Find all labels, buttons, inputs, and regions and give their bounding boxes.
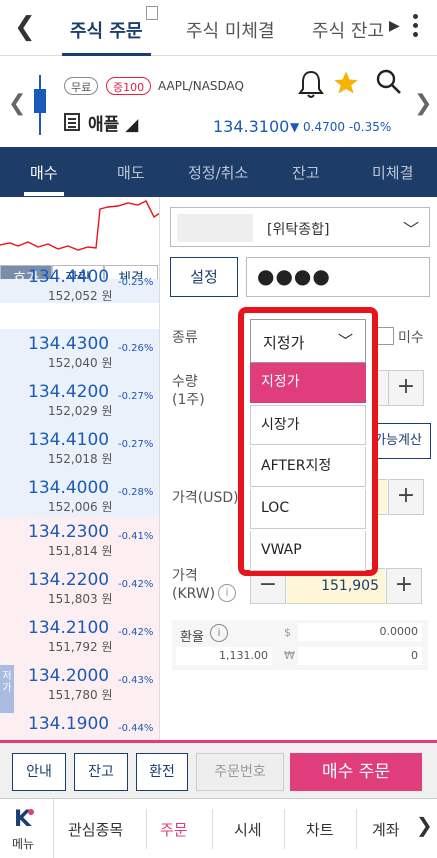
quote-row[interactable]: 134.2200 151,803 원 -0.42% — [0, 565, 159, 613]
account-type: [위탁종합] — [267, 222, 330, 238]
margin-checkbox[interactable] — [376, 327, 394, 345]
quote-row[interactable]: 134.2000 151,780 원 -0.43% — [0, 661, 159, 709]
quote-row[interactable]: 134.4200 152,029 원 -0.27% — [0, 377, 159, 425]
nav-divider — [356, 809, 357, 849]
password-field[interactable]: ●●●● — [246, 257, 430, 297]
quote-row[interactable]: 134.4100 152,018 원 -0.27% — [0, 425, 159, 473]
chevron-right-icon[interactable]: ❯ — [416, 813, 433, 837]
tab-unfilled[interactable]: 미체결 — [372, 162, 413, 183]
guide-button[interactable]: 안내 — [12, 753, 66, 791]
margin-label: 미수 — [398, 330, 424, 346]
menu-label: 메뉴 — [12, 837, 35, 851]
info-icon[interactable]: i — [218, 584, 236, 602]
info-icon[interactable]: i — [210, 624, 228, 642]
price-usd-label: 가격(USD) — [172, 490, 239, 506]
nav-divider — [284, 809, 285, 849]
nav-order[interactable]: 주문 — [160, 819, 188, 840]
order-kind-select[interactable]: 지정가 ﹀ — [250, 319, 366, 363]
top-bar: ❮ 주식 주문 주식 미체결 주식 잔고 ▶ — [0, 0, 437, 56]
usd-amount: 0.0000 — [298, 623, 422, 641]
option-after-limit[interactable]: AFTER지정 — [250, 447, 366, 487]
prev-stock-icon[interactable]: ❮ — [8, 91, 26, 116]
krw-amount: 0 — [298, 647, 422, 665]
tab-buy[interactable]: 매수 — [24, 162, 64, 196]
balance-button[interactable]: 잔고 — [74, 753, 128, 791]
logo-dot — [28, 809, 34, 815]
chevron-down-icon: ﹀ — [337, 332, 353, 350]
usd-increase-button[interactable]: + — [388, 479, 424, 515]
back-icon[interactable]: ❮ — [14, 12, 36, 42]
dollar-symbol: $ — [284, 626, 291, 639]
nav-account[interactable]: 계좌 — [372, 819, 400, 840]
exchange-button[interactable]: 환전 — [136, 753, 188, 791]
tab-sell[interactable]: 매도 — [117, 162, 145, 183]
tab-stock-order[interactable]: 주식 주문 — [62, 17, 150, 56]
list-icon[interactable] — [64, 113, 80, 131]
stock-header: ❮ 무료 증100 AAPL/NASDAQ 애플 ◢ 134.3100 ▼ 0.… — [0, 57, 437, 147]
order-type-tabs: 매수 매도 정정/취소 잔고 미체결 — [0, 147, 437, 197]
settings-button[interactable]: 설정 — [170, 257, 238, 297]
nav-divider — [146, 809, 147, 849]
quantity-label: 수량 (1주) — [172, 374, 205, 408]
price-change: ▼ 0.4700 -0.35% — [290, 120, 392, 134]
margin-badge: 증100 — [106, 77, 152, 95]
bell-icon[interactable] — [298, 69, 324, 99]
order-kind-dropdown[interactable]: 지정가 ﹀ 지정가 시장가 AFTER지정 LOC VWAP — [238, 307, 378, 576]
next-stock-icon[interactable]: ❯ — [414, 91, 432, 116]
search-icon[interactable] — [376, 69, 402, 95]
tab-stock-balance[interactable]: 주식 잔고 — [312, 17, 384, 43]
tab-scroll-right-icon[interactable]: ▶ — [389, 18, 400, 34]
nav-quotes[interactable]: 시세 — [234, 819, 262, 840]
nav-chart[interactable]: 차트 — [306, 819, 334, 840]
option-limit[interactable]: 지정가 — [250, 363, 366, 403]
order-number-button[interactable]: 주문번호 — [196, 753, 284, 791]
quote-row[interactable]: 134.2300 151,814 원 -0.41% — [0, 517, 159, 565]
low-price-marker: 저가 — [0, 665, 14, 713]
document-icon[interactable] — [146, 6, 158, 20]
ticker-label: AAPL/NASDAQ — [158, 79, 244, 93]
exchange-rate-panel: 환율 i $ 0.0000 1,131.00 ₩ 0 — [172, 620, 428, 670]
option-loc[interactable]: LOC — [250, 489, 366, 529]
quote-row[interactable]: 134.2100 151,792 원 -0.42% — [0, 613, 159, 661]
current-price: 134.3100 — [213, 117, 290, 136]
krw-increase-button[interactable]: + — [386, 568, 422, 604]
quote-pane: 호가 잔량 체결 134.4400 152,052 원 -0.25% 134.4… — [0, 197, 160, 740]
quote-row[interactable]: 134.1900 -0.44% — [0, 709, 159, 740]
candle-icon — [34, 75, 46, 135]
mini-price-chart — [0, 200, 159, 251]
menu-button[interactable]: K 메뉴 — [0, 799, 54, 858]
chevron-down-icon: ﹀ — [402, 220, 419, 239]
account-select[interactable]: [위탁종합] ﹀ — [170, 207, 430, 247]
nav-divider — [212, 809, 213, 849]
won-symbol: ₩ — [284, 649, 295, 662]
exchange-rate-value: 1,131.00 — [176, 647, 272, 665]
buy-order-button[interactable]: 매수 주문 — [290, 753, 422, 791]
bottom-action-bar: 안내 잔고 환전 주문번호 매수 주문 — [0, 740, 437, 798]
price-krw-label: 가격 (KRW) — [172, 568, 216, 602]
tab-modify-cancel[interactable]: 정정/취소 — [188, 162, 248, 183]
quote-row[interactable]: 134.4300 152,040 원 -0.26% — [0, 329, 159, 377]
order-kind-label: 종류 — [172, 330, 198, 346]
more-options-icon[interactable] — [413, 14, 419, 41]
tab-stock-unfilled[interactable]: 주식 미체결 — [186, 17, 275, 43]
favorite-star-icon[interactable] — [332, 69, 360, 97]
free-badge: 무료 — [64, 77, 99, 95]
bottom-nav: K 메뉴 관심종목 주문 시세 차트 계좌 ❯ — [0, 798, 437, 858]
quote-row[interactable]: 134.4400 152,052 원 -0.25% — [0, 267, 159, 303]
tab-balance[interactable]: 잔고 — [292, 162, 320, 183]
option-vwap[interactable]: VWAP — [250, 531, 366, 571]
account-number-masked — [177, 214, 253, 242]
quantity-increase-button[interactable]: + — [388, 370, 424, 406]
exchange-rate-label: 환율 — [180, 630, 204, 645]
quote-row[interactable]: 134.4000 152,006 원 -0.28% — [0, 473, 159, 521]
nav-watchlist[interactable]: 관심종목 — [68, 819, 123, 840]
stock-name[interactable]: 애플 ◢ — [88, 110, 138, 135]
option-market[interactable]: 시장가 — [250, 405, 366, 445]
